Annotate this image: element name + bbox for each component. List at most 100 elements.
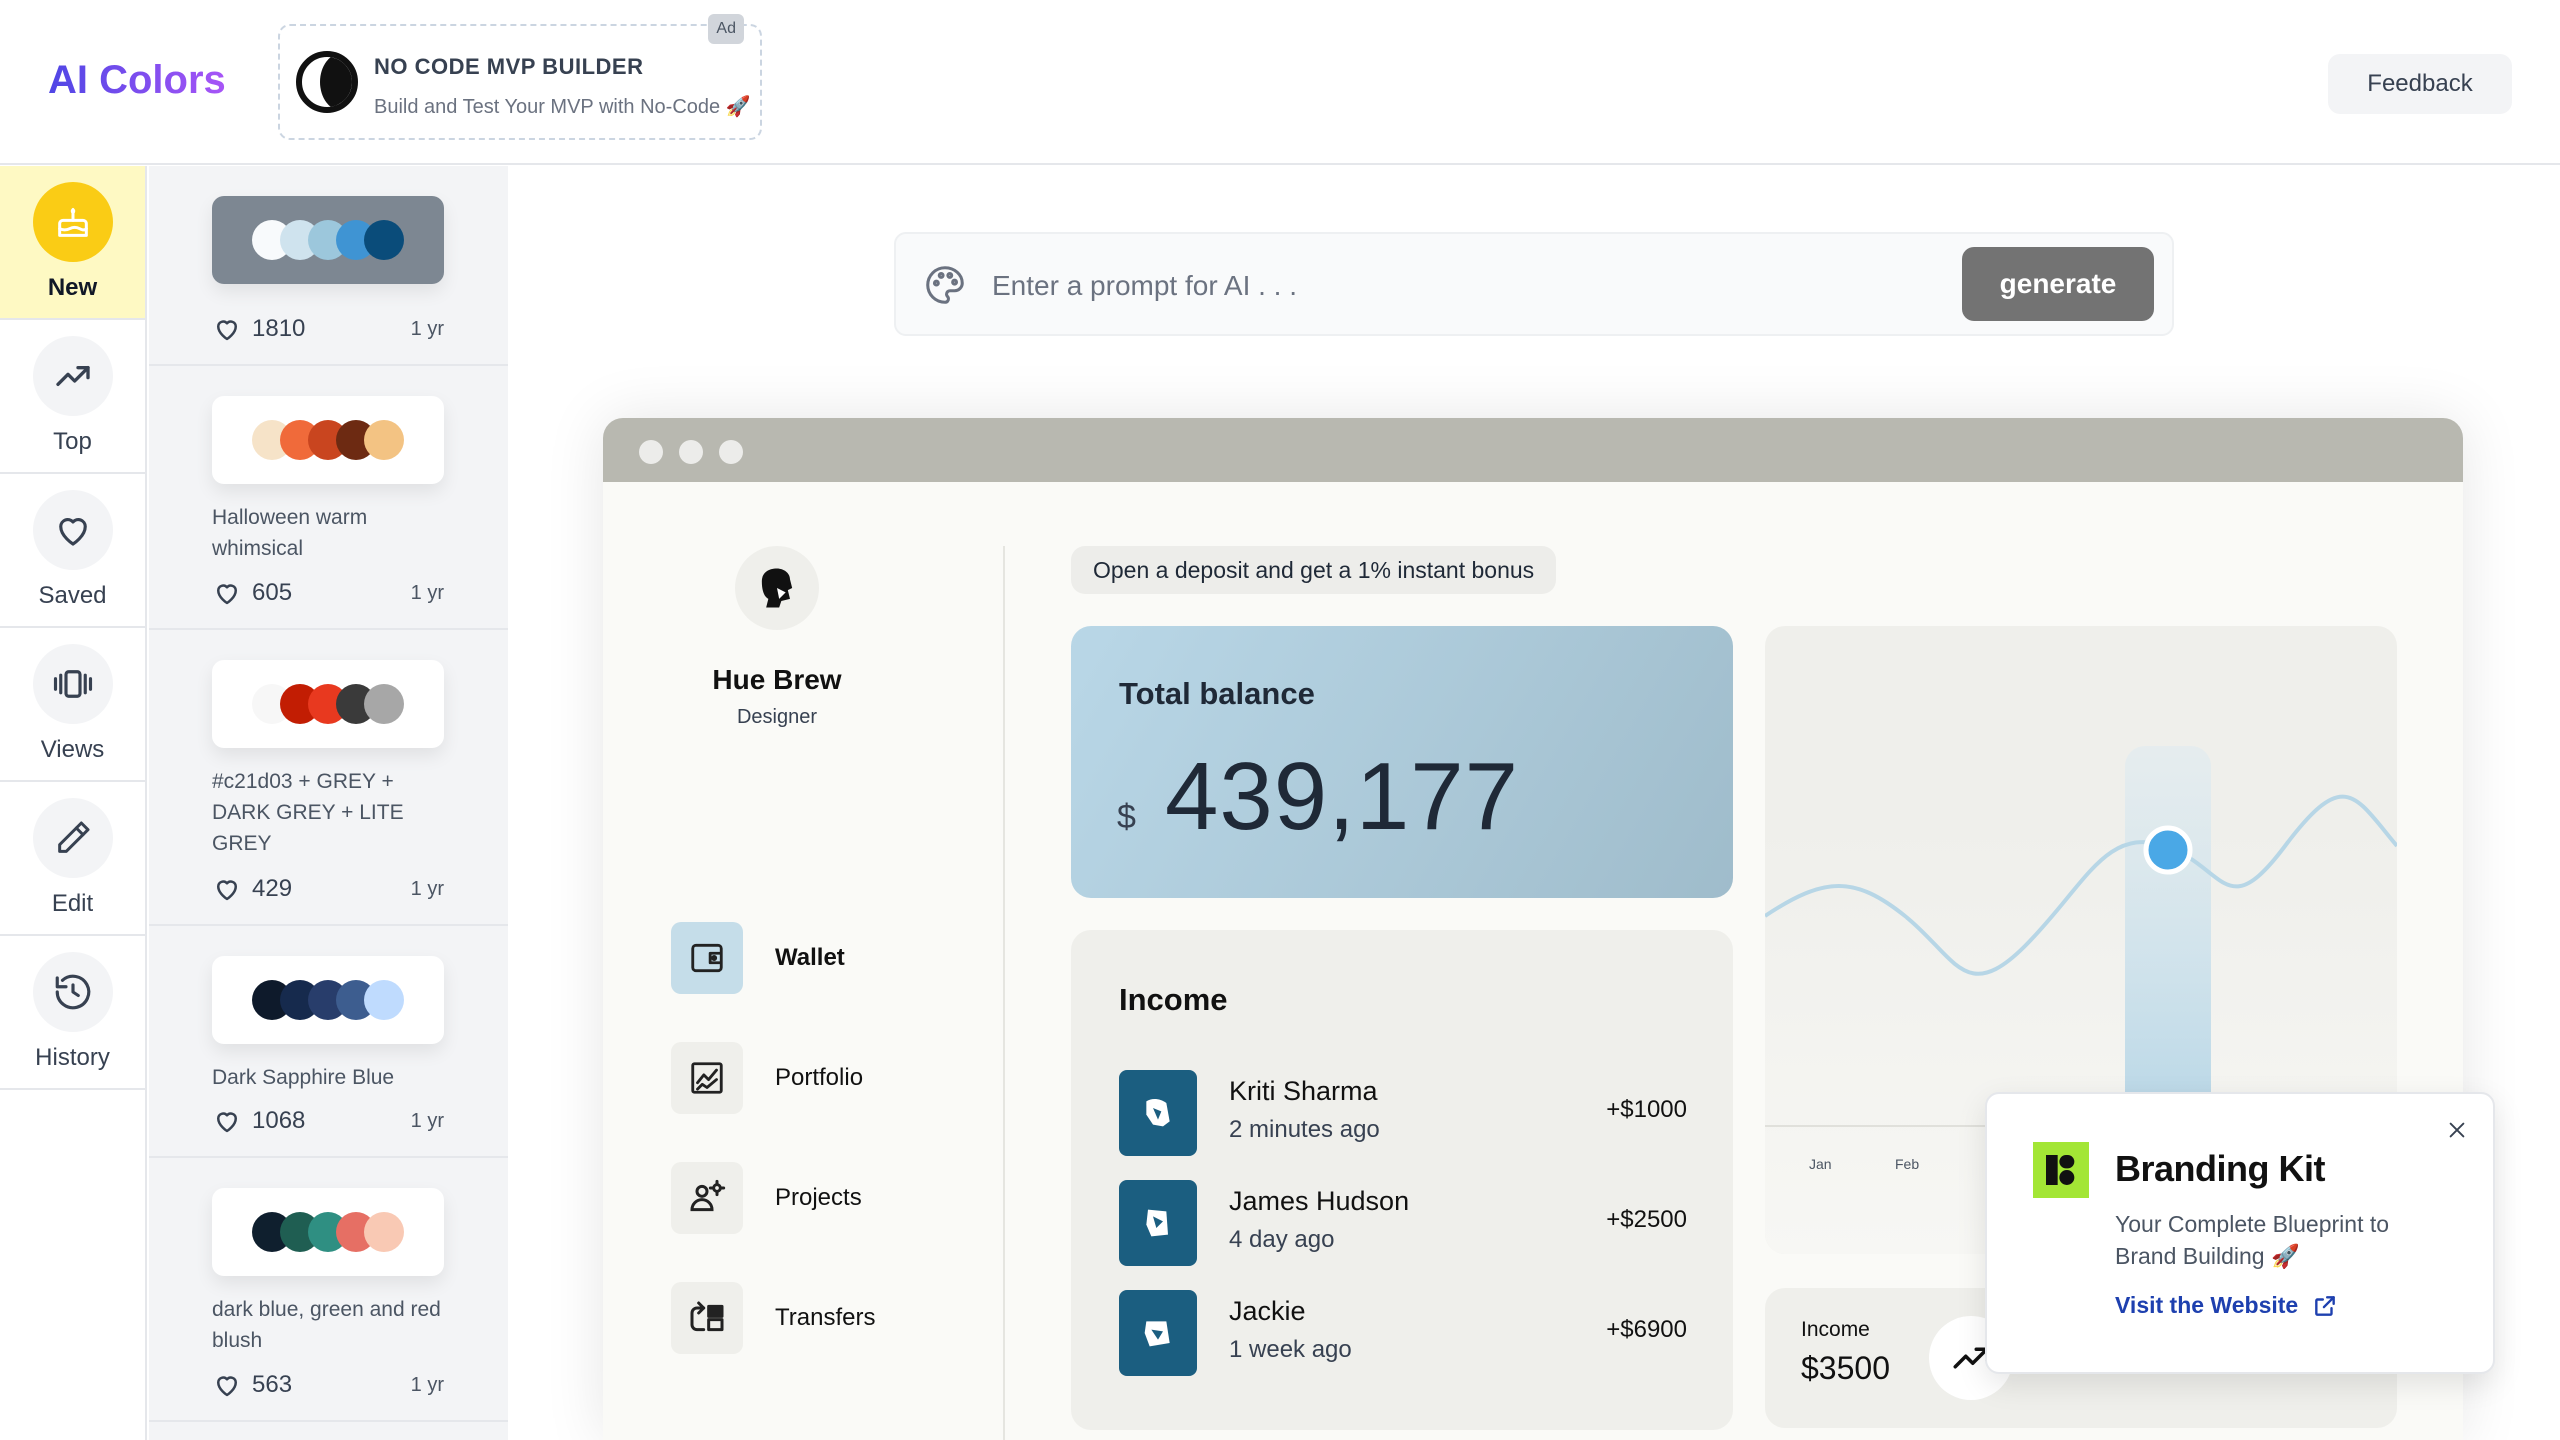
- transaction-name: Kriti Sharma: [1229, 1076, 1378, 1106]
- like-count: 605: [252, 579, 293, 606]
- palette-swatch-card[interactable]: [212, 660, 444, 748]
- nav-item-edit[interactable]: Edit: [0, 782, 145, 936]
- palette-item[interactable]: dark blue, green and red blush 563 1 yr: [149, 1158, 508, 1422]
- prompt-input[interactable]: [992, 262, 1842, 310]
- link-label: Visit the Website: [2115, 1292, 2299, 1318]
- avatar-icon: [761, 568, 793, 608]
- app-logo[interactable]: AI Colors: [48, 58, 226, 103]
- menu-label: Transfers: [775, 1304, 876, 1331]
- palette-item[interactable]: #c21d03 + GREY + DARK GREY + LITE GREY 4…: [149, 630, 508, 926]
- external-link-icon: [2315, 1295, 2336, 1316]
- like-count: 429: [252, 875, 293, 902]
- like-count: 1810: [252, 315, 306, 342]
- cake-icon: [33, 182, 113, 262]
- palette-age: 1 yr: [410, 317, 444, 340]
- palette-swatch-card[interactable]: [212, 396, 444, 484]
- branding-kit-popup: Branding Kit Your Complete Blueprint to …: [1985, 1092, 2495, 1374]
- menu-label: Wallet: [775, 944, 845, 971]
- visit-website-link[interactable]: Visit the Website: [2115, 1292, 2338, 1319]
- nav-item-new[interactable]: New: [0, 166, 145, 320]
- menu-item-transfers[interactable]: Transfers: [671, 1282, 875, 1354]
- menu-item-projects[interactable]: Projects: [671, 1162, 862, 1234]
- like-button[interactable]: 1068: [212, 1106, 305, 1136]
- menu-item-portfolio[interactable]: Portfolio: [671, 1042, 863, 1114]
- window-dot: [719, 440, 743, 464]
- balance-currency: $: [1117, 798, 1136, 836]
- palette-item[interactable]: Halloween warm whimsical 605 1 yr: [149, 366, 508, 630]
- palette-age: 1 yr: [410, 1373, 444, 1396]
- ad-title: NO CODE MVP BUILDER: [374, 54, 644, 79]
- like-count: 1068: [252, 1107, 306, 1134]
- generate-button[interactable]: generate: [1962, 247, 2154, 321]
- transaction-amount: +$6900: [1606, 1316, 1687, 1343]
- palette-meta: 563 1 yr: [212, 1370, 444, 1400]
- income-summary-label: Income: [1801, 1318, 1870, 1341]
- palette-title[interactable]: Dark Sapphire Blue: [212, 1062, 452, 1093]
- popup-description: Your Complete Blueprint to Brand Buildin…: [2115, 1211, 2390, 1269]
- prompt-bar: generate: [894, 232, 2174, 336]
- balance-title: Total balance: [1119, 676, 1315, 711]
- color-dot: [364, 1212, 404, 1252]
- transaction-row[interactable]: Kriti Sharma 2 minutes ago +$1000: [1119, 1070, 1687, 1158]
- transaction-name: Jackie: [1229, 1296, 1306, 1326]
- menu-label: Projects: [775, 1184, 862, 1211]
- heart-icon: [217, 1112, 237, 1133]
- side-nav: New Top Saved Views Edit History: [0, 166, 147, 1440]
- transaction-amount: +$1000: [1606, 1096, 1687, 1123]
- feedback-button[interactable]: Feedback: [2328, 54, 2512, 114]
- transaction-row[interactable]: James Hudson 4 day ago +$2500: [1119, 1180, 1687, 1268]
- palette-swatch-card[interactable]: [212, 956, 444, 1044]
- nav-label-history: History: [35, 1044, 110, 1071]
- top-header: AI Colors Ad NO CODE MVP BUILDER Build a…: [0, 0, 2560, 165]
- palette-item[interactable]: Dark Sapphire Blue 1068 1 yr: [149, 926, 508, 1158]
- close-icon[interactable]: [2443, 1116, 2471, 1144]
- income-card: Income Kriti Sharma 2 minutes ago +$1000…: [1071, 930, 1733, 1430]
- heart-icon: [33, 490, 113, 570]
- palette-meta: 429 1 yr: [212, 874, 444, 904]
- balance-value: 439,177: [1165, 743, 1520, 850]
- like-button[interactable]: 429: [212, 874, 292, 904]
- history-icon: [33, 952, 113, 1032]
- transfer-icon: [671, 1282, 743, 1354]
- highlight-band: [2125, 746, 2211, 1126]
- income-summary-value: $3500: [1801, 1350, 1890, 1386]
- x-tick-label: Feb: [1895, 1156, 1919, 1172]
- wallet-icon: [671, 922, 743, 994]
- transaction-amount: +$2500: [1606, 1206, 1687, 1233]
- palette-age: 1 yr: [410, 877, 444, 900]
- heart-icon: [217, 880, 237, 901]
- nav-label-edit: Edit: [51, 890, 94, 917]
- palette-list: 1810 1 yr Halloween warm whimsical 605 1…: [149, 166, 508, 1440]
- balance-card: Total balance $ 439,177: [1071, 626, 1733, 898]
- transaction-row[interactable]: Jackie 1 week ago +$6900: [1119, 1290, 1687, 1378]
- palette-swatch-card[interactable]: [212, 1188, 444, 1276]
- profile-role: Designer: [736, 706, 818, 728]
- palette-item[interactable]: 1810 1 yr: [149, 166, 508, 366]
- nav-item-views[interactable]: Views: [0, 628, 145, 782]
- avatar: [1119, 1290, 1197, 1376]
- nav-label-saved: Saved: [38, 582, 107, 609]
- promo-banner[interactable]: Open a deposit and get a 1% instant bonu…: [1071, 546, 1557, 594]
- nav-item-saved[interactable]: Saved: [0, 474, 145, 628]
- profile-name: Hue Brew: [712, 664, 842, 695]
- heart-icon: [217, 320, 237, 341]
- menu-item-wallet[interactable]: Wallet: [671, 922, 845, 994]
- palette-swatch-card[interactable]: [212, 196, 444, 284]
- avatar: [1119, 1070, 1197, 1156]
- chart-icon: [671, 1042, 743, 1114]
- nav-item-history[interactable]: History: [0, 936, 145, 1090]
- avatar: [1119, 1180, 1197, 1266]
- palette-title[interactable]: dark blue, green and red blush: [212, 1294, 452, 1356]
- palette-title[interactable]: Halloween warm whimsical: [212, 502, 452, 564]
- heart-icon: [217, 584, 237, 605]
- profile-avatar: [735, 546, 819, 630]
- nav-item-top[interactable]: Top: [0, 320, 145, 474]
- nav-label-top: Top: [53, 428, 92, 455]
- ad-subtitle: Build and Test Your MVP with No-Code 🚀: [374, 96, 751, 118]
- x-tick-label: Jan: [1809, 1156, 1832, 1172]
- ad-banner[interactable]: Ad NO CODE MVP BUILDER Build and Test Yo…: [278, 14, 762, 140]
- like-button[interactable]: 605: [212, 578, 292, 608]
- palette-title[interactable]: #c21d03 + GREY + DARK GREY + LITE GREY: [212, 766, 452, 859]
- like-button[interactable]: 1810: [212, 314, 305, 344]
- like-button[interactable]: 563: [212, 1370, 292, 1400]
